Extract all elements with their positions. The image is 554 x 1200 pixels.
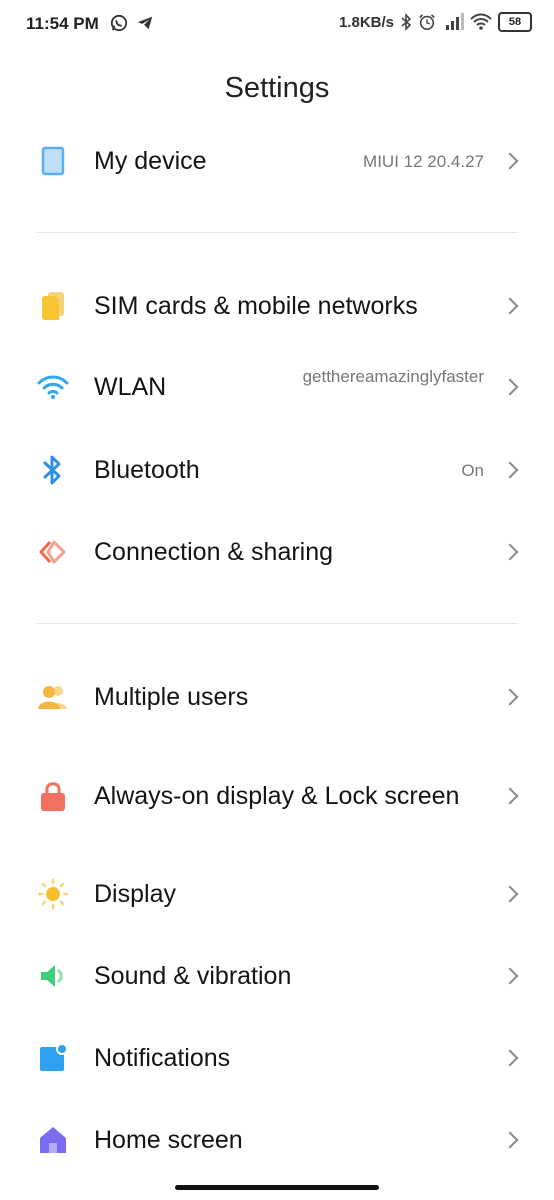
home-indicator[interactable] <box>175 1185 379 1190</box>
status-bar: 11:54 PM 1.8KB/s 58 <box>0 0 554 50</box>
notification-icon <box>36 1041 70 1075</box>
lock-icon <box>36 779 70 813</box>
whatsapp-icon <box>110 14 128 32</box>
settings-item-label: My device <box>94 147 207 175</box>
settings-item-notifications[interactable]: Notifications <box>0 1041 554 1075</box>
settings-item-my-device[interactable]: My device MIUI 12 20.4.27 <box>0 144 554 178</box>
telegram-icon <box>137 16 153 30</box>
chevron-right-icon <box>501 461 519 479</box>
bluetooth-status: On <box>461 460 484 480</box>
settings-item-label: WLAN <box>94 373 167 401</box>
network-speed: 1.8KB/s <box>338 13 394 31</box>
settings-item-multiple-users[interactable]: Multiple users <box>0 680 554 714</box>
bluetooth-status-icon <box>401 13 412 31</box>
speaker-icon <box>36 959 70 993</box>
settings-item-label: Display <box>94 880 176 908</box>
signal-icon <box>446 13 464 30</box>
bluetooth-icon <box>36 453 70 487</box>
divider <box>36 232 518 233</box>
chevron-right-icon <box>501 1049 519 1067</box>
connection-sharing-icon <box>36 535 70 569</box>
settings-item-connection-sharing[interactable]: Connection & sharing <box>0 535 554 569</box>
chevron-right-icon <box>501 378 519 396</box>
settings-item-label: Connection & sharing <box>94 538 334 566</box>
wifi-status-icon <box>470 13 492 30</box>
settings-item-label: Bluetooth <box>94 456 200 484</box>
chevron-right-icon <box>501 152 519 170</box>
home-icon <box>36 1123 70 1157</box>
battery-indicator: 58 <box>498 12 532 32</box>
status-time: 11:54 PM <box>26 14 99 33</box>
users-icon <box>36 680 70 714</box>
status-right: 1.8KB/s 58 <box>339 12 532 32</box>
settings-item-bluetooth[interactable]: Bluetooth On <box>0 453 554 487</box>
settings-item-label: Sound & vibration <box>94 962 292 990</box>
settings-item-label: Always-on display & Lock screen <box>94 782 460 810</box>
wifi-network-name: getthereamazinglyfaster <box>302 367 484 386</box>
settings-item-wlan[interactable]: WLAN getthereamazinglyfaster <box>0 367 554 404</box>
settings-item-sim-cards[interactable]: SIM cards & mobile networks <box>0 289 554 323</box>
chevron-right-icon <box>501 885 519 903</box>
phone-icon <box>36 144 70 178</box>
settings-item-label: Notifications <box>94 1044 231 1072</box>
divider <box>36 623 518 624</box>
chevron-right-icon <box>501 688 519 706</box>
sun-icon <box>36 877 70 911</box>
chevron-right-icon <box>501 967 519 985</box>
sim-card-icon <box>36 289 70 323</box>
chevron-right-icon <box>501 787 519 805</box>
notification-icons <box>110 14 154 32</box>
chevron-right-icon <box>501 297 519 315</box>
wifi-icon <box>36 370 70 404</box>
page-title: Settings <box>224 72 330 104</box>
alarm-icon <box>419 14 435 31</box>
settings-item-home-screen[interactable]: Home screen <box>0 1123 554 1157</box>
chevron-right-icon <box>501 543 519 561</box>
settings-item-label: Multiple users <box>94 683 249 711</box>
settings-item-label: SIM cards & mobile networks <box>94 292 418 320</box>
miui-version: MIUI 12 20.4.27 <box>363 151 484 171</box>
settings-item-display[interactable]: Display <box>0 877 554 911</box>
chevron-right-icon <box>501 1131 519 1149</box>
settings-item-sound-vibration[interactable]: Sound & vibration <box>0 959 554 993</box>
settings-item-always-on-display[interactable]: Always-on display & Lock screen <box>0 762 554 830</box>
settings-item-label: Home screen <box>94 1126 243 1154</box>
